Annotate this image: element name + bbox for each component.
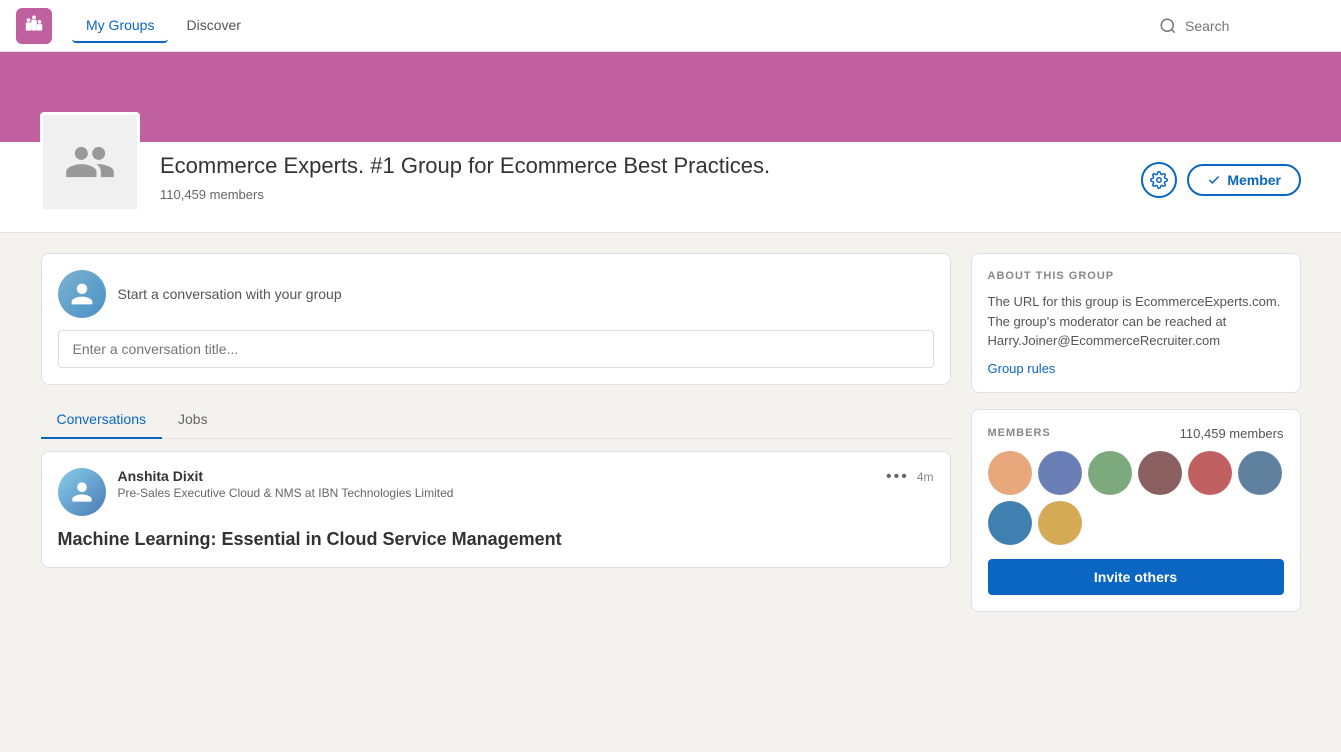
post-author-avatar [58, 468, 106, 516]
settings-button[interactable] [1141, 162, 1177, 198]
group-avatar [40, 112, 140, 212]
tab-conversations[interactable]: Conversations [41, 401, 163, 439]
group-info: Ecommerce Experts. #1 Group for Ecommerc… [160, 142, 1121, 202]
members-section: MEMBERS 110,459 members [971, 409, 1301, 612]
group-rules-link[interactable]: Group rules [988, 361, 1284, 376]
conversation-title-input[interactable] [58, 330, 934, 368]
about-section: ABOUT THIS GROUP The URL for this group … [971, 253, 1301, 393]
group-header: Ecommerce Experts. #1 Group for Ecommerc… [0, 142, 1341, 233]
post-author-subtitle: Pre-Sales Executive Cloud & NMS at IBN T… [118, 486, 875, 500]
member-avatars-row [988, 451, 1284, 545]
search-input[interactable] [1185, 18, 1325, 34]
main-layout: Start a conversation with your group Con… [21, 253, 1321, 628]
search-icon [1159, 17, 1177, 35]
members-count: 110,459 members [1180, 426, 1284, 441]
member-avatar [1138, 451, 1182, 495]
convo-user-row: Start a conversation with your group [58, 270, 934, 318]
checkmark-icon [1207, 173, 1221, 187]
group-member-count: 110,459 members [160, 187, 1121, 202]
gear-icon [1150, 171, 1168, 189]
post-author-name: Anshita Dixit [118, 468, 875, 484]
tab-jobs[interactable]: Jobs [162, 401, 224, 439]
members-section-title: MEMBERS [988, 427, 1051, 439]
post-title: Machine Learning: Essential in Cloud Ser… [58, 528, 934, 551]
app-logo [16, 8, 52, 44]
about-section-title: ABOUT THIS GROUP [988, 270, 1284, 282]
post-card: Anshita Dixit Pre-Sales Executive Cloud … [41, 451, 951, 568]
nav-my-groups[interactable]: My Groups [72, 9, 168, 43]
user-avatar [58, 270, 106, 318]
top-navigation: My Groups Discover [0, 0, 1341, 52]
member-avatar [1038, 501, 1082, 545]
member-avatar [1238, 451, 1282, 495]
group-title: Ecommerce Experts. #1 Group for Ecommerc… [160, 152, 940, 181]
member-avatar [988, 451, 1032, 495]
member-avatar [988, 501, 1032, 545]
members-header: MEMBERS 110,459 members [988, 426, 1284, 441]
post-meta: Anshita Dixit Pre-Sales Executive Cloud … [118, 468, 875, 500]
right-sidebar: ABOUT THIS GROUP The URL for this group … [971, 253, 1301, 628]
content-tabs: Conversations Jobs [41, 401, 951, 439]
member-avatar [1188, 451, 1232, 495]
about-text: The URL for this group is EcommerceExper… [988, 292, 1284, 351]
invite-others-button[interactable]: Invite others [988, 559, 1284, 595]
nav-links: My Groups Discover [72, 9, 255, 43]
conversation-starter: Start a conversation with your group [41, 253, 951, 385]
post-actions-row: ••• 4m [886, 468, 933, 486]
left-column: Start a conversation with your group Con… [41, 253, 951, 628]
group-banner [0, 52, 1341, 142]
member-avatar [1088, 451, 1132, 495]
nav-discover[interactable]: Discover [172, 9, 254, 43]
nav-search-area [1159, 17, 1325, 35]
post-more-button[interactable]: ••• [886, 468, 909, 486]
post-time: 4m [917, 470, 934, 484]
member-avatar [1038, 451, 1082, 495]
group-actions: Member [1141, 162, 1301, 198]
post-header: Anshita Dixit Pre-Sales Executive Cloud … [58, 468, 934, 516]
member-button[interactable]: Member [1187, 164, 1301, 196]
conversation-prompt: Start a conversation with your group [118, 286, 342, 302]
